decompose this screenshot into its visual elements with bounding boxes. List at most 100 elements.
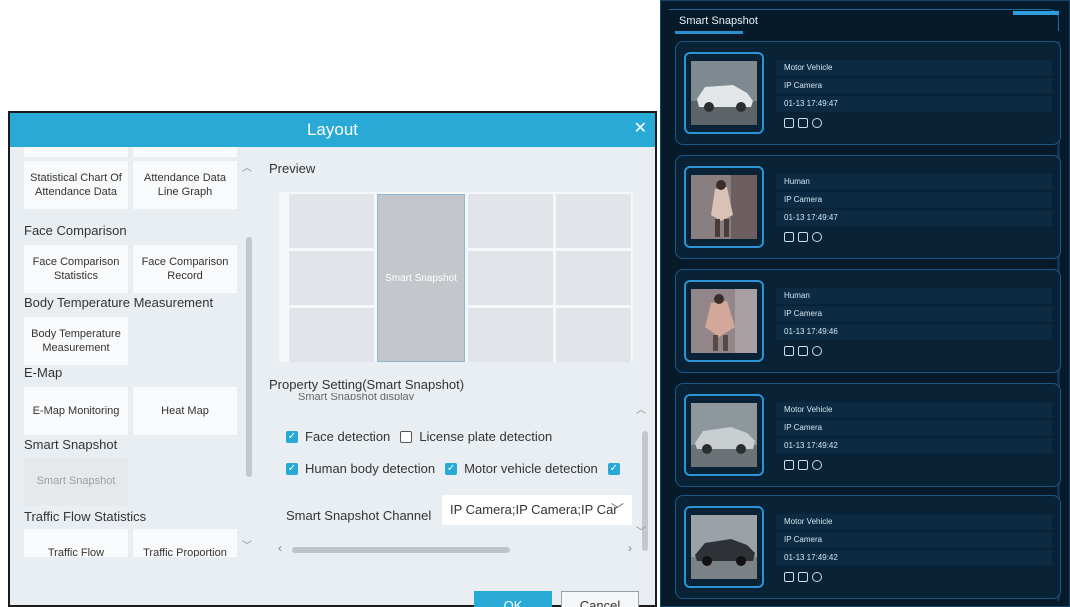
snapshot-actions [784,460,822,470]
play-icon[interactable] [812,572,822,582]
checkbox-checked-icon[interactable]: ✓ [607,462,620,475]
category-smart-snapshot: Smart Snapshot [24,437,118,452]
snapshot-type: Motor Vehicle [776,60,1052,76]
snapshot-type: Motor Vehicle [776,514,1052,530]
human-body-checkbox[interactable]: ✓ Human body detection [286,461,435,476]
tile-traffic-proportion[interactable]: Traffic Proportion [133,529,237,557]
cancel-button[interactable]: Cancel [561,591,639,607]
play-icon[interactable] [812,232,822,242]
tile-partial[interactable] [133,147,237,157]
scroll-left-icon[interactable]: ‹ [278,541,282,555]
snapshot-time: 01-13 17:49:46 [776,324,1052,340]
tile-traffic-flow[interactable]: Traffic Flow [24,529,128,557]
tile-smart-snapshot: Smart Snapshot [24,457,128,505]
preview-cell[interactable] [468,251,553,305]
tile-attendance-chart[interactable]: Statistical Chart Of Attendance Data [24,161,128,209]
snapshot-camera: IP Camera [776,192,1052,208]
snapshot-camera: IP Camera [776,420,1052,436]
play-icon[interactable] [812,460,822,470]
snapshot-card[interactable]: Human IP Camera 01-13 17:49:47 [675,155,1061,259]
preview-cell[interactable] [556,308,631,362]
preview-cell[interactable] [289,251,374,305]
play-icon[interactable] [812,118,822,128]
channel-select[interactable]: IP Camera;IP Camera;IP Car ﹀ [442,495,632,525]
dialog-body: Statistical Chart Of Attendance Data Att… [10,147,655,607]
snapshot-type: Human [776,174,1052,190]
details-icon[interactable] [798,572,808,582]
preview-cell[interactable] [289,194,374,248]
snapshot-card[interactable]: Motor Vehicle IP Camera 01-13 17:49:42 [675,495,1061,599]
snapshot-camera: IP Camera [776,532,1052,548]
search-icon[interactable] [784,118,794,128]
search-icon[interactable] [784,346,794,356]
person-snapshot-image[interactable] [691,175,757,239]
snapshot-thumbnail-frame [684,166,764,248]
person-snapshot-image[interactable] [691,289,757,353]
property-section-heading: Smart Snapshot display [298,393,415,400]
snapshot-camera: IP Camera [776,306,1052,322]
property-horizontal-scrollbar[interactable] [292,547,510,553]
checkbox-unchecked-icon[interactable] [400,430,413,443]
snapshot-card[interactable]: Motor Vehicle IP Camera 01-13 17:49:42 [675,383,1061,487]
snapshot-time: 01-13 17:49:47 [776,210,1052,226]
ok-button[interactable]: OK [474,591,552,607]
preview-cell[interactable] [556,194,631,248]
checkbox-checked-icon[interactable]: ✓ [445,462,458,475]
category-traffic-flow: Traffic Flow Statistics [24,509,147,524]
snapshot-camera: IP Camera [776,78,1052,94]
tile-face-statistics[interactable]: Face Comparison Statistics [24,245,128,293]
snapshot-time: 01-13 17:49:42 [776,438,1052,454]
details-icon[interactable] [798,460,808,470]
snapshot-actions [784,572,822,582]
tile-attendance-line[interactable]: Attendance Data Line Graph [133,161,237,209]
details-icon[interactable] [798,118,808,128]
list-scrollbar[interactable] [246,237,252,477]
dialog-title-bar: Layout ✕ [10,113,655,147]
checkbox-checked-icon[interactable]: ✓ [286,462,298,475]
snapshot-time: 01-13 17:49:42 [776,550,1052,566]
snapshot-time: 01-13 17:49:47 [776,96,1052,112]
motor-vehicle-checkbox[interactable]: ✓ Motor vehicle detection [445,461,598,476]
checkbox-checked-icon[interactable]: ✓ [286,430,298,443]
preview-cell[interactable] [468,308,553,362]
search-icon[interactable] [784,460,794,470]
snapshot-card[interactable]: Motor Vehicle IP Camera 01-13 17:49:47 [675,41,1061,145]
snapshot-type: Motor Vehicle [776,402,1052,418]
details-icon[interactable] [798,232,808,242]
preview-cell[interactable] [289,308,374,362]
snapshot-thumbnail-frame [684,506,764,588]
car-snapshot-image[interactable] [691,515,757,579]
layout-dialog: Layout ✕ Statistical Chart Of Attendance… [8,111,657,607]
face-detection-checkbox[interactable]: ✓ Face detection [286,429,390,444]
license-plate-checkbox[interactable]: License plate detection [400,429,552,444]
car-snapshot-image[interactable] [691,61,757,125]
tile-emap-monitoring[interactable]: E-Map Monitoring [24,387,128,435]
close-icon[interactable]: ✕ [634,113,647,145]
tile-heat-map[interactable]: Heat Map [133,387,237,435]
channel-label: Smart Snapshot Channel [286,508,432,523]
property-scroll-down-icon[interactable]: ﹀ [636,523,646,538]
property-scroll-up-icon[interactable]: ︿ [636,401,646,416]
tile-body-temperature[interactable]: Body Temperature Measurement [24,317,128,365]
tile-partial[interactable] [24,147,128,157]
scroll-up-icon[interactable]: ︿ [242,159,252,174]
chevron-down-icon[interactable]: ﹀ [611,495,624,525]
category-body-temperature: Body Temperature Measurement [24,295,214,310]
checkbox-row: ✓ Human body detection ✓ Motor vehicle d… [286,461,627,476]
tile-face-record[interactable]: Face Comparison Record [133,245,237,293]
snapshot-card[interactable]: Human IP Camera 01-13 17:49:46 [675,269,1061,373]
search-icon[interactable] [784,572,794,582]
layout-item-list[interactable]: Statistical Chart Of Attendance Data Att… [10,147,272,557]
scroll-down-icon[interactable]: ﹀ [242,537,252,552]
details-icon[interactable] [798,346,808,356]
snapshot-type: Human [776,288,1052,304]
search-icon[interactable] [784,232,794,242]
play-icon[interactable] [812,346,822,356]
preview-cell[interactable] [468,194,553,248]
panel-header-accent [1013,11,1059,15]
preview-cell[interactable] [556,251,631,305]
car-snapshot-image[interactable] [691,403,757,467]
scroll-right-icon[interactable]: › [628,541,632,555]
preview-smart-snapshot-cell[interactable]: Smart Snapshot [377,194,465,362]
snapshot-thumbnail-frame [684,52,764,134]
